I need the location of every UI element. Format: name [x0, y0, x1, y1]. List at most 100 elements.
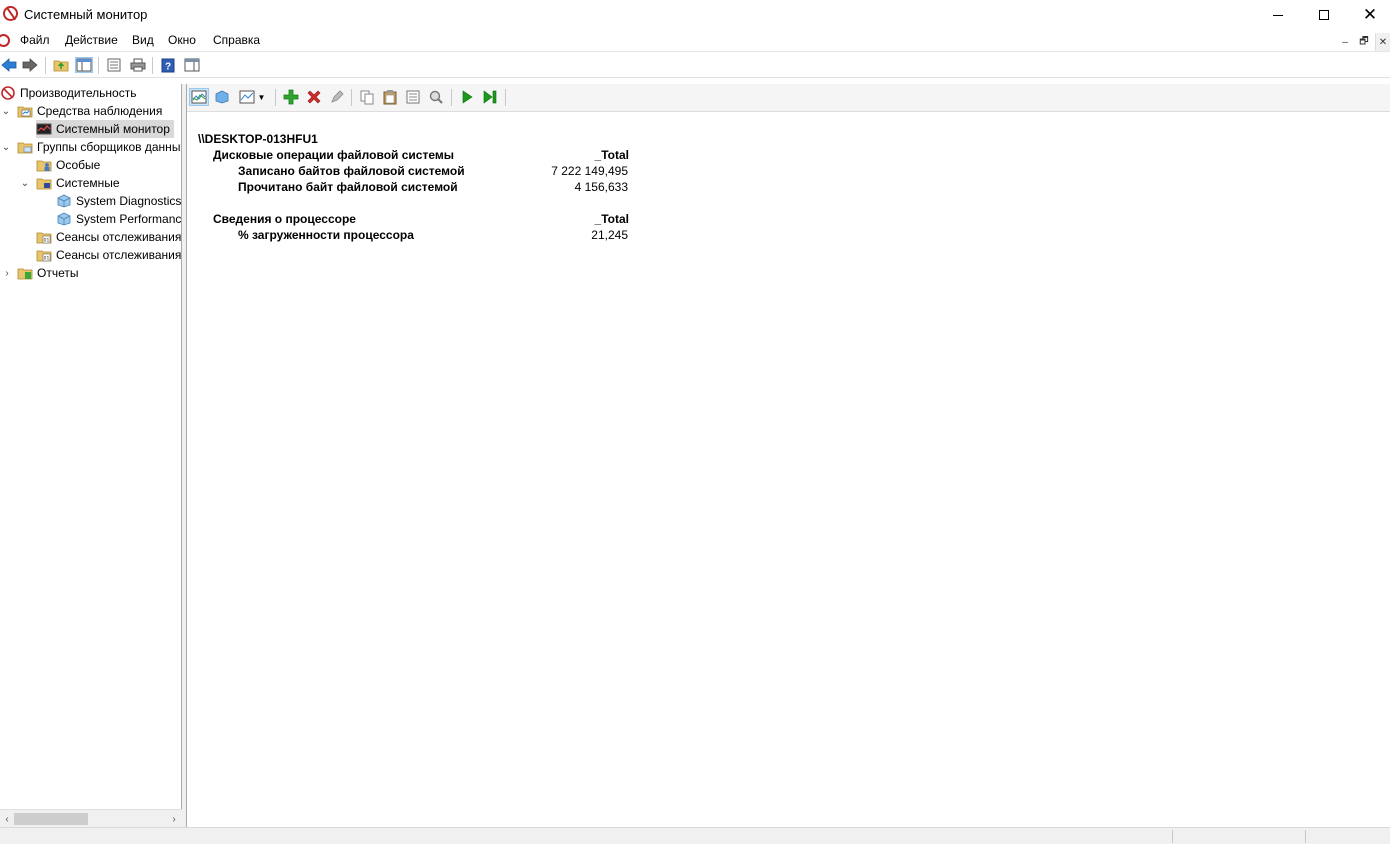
report-view: \\DESKTOP-013HFU1 Дисковые операции файл…	[187, 112, 1390, 827]
tree-label: System Diagnostics	[76, 194, 182, 208]
counter-value: 7 222 149,495	[551, 164, 628, 178]
properties-button[interactable]	[105, 57, 123, 73]
tree-label: Сеансы отслеживания событий	[56, 230, 182, 244]
tree-label: Отчеты	[37, 266, 79, 280]
system-monitor-pane: ▼ \\DESKTOP-013HFU1 Дисковые операции фа…	[186, 84, 1390, 827]
main-toolbar: ?	[0, 53, 1390, 78]
toolbar-separator	[505, 89, 506, 106]
close-button[interactable]: ✕	[1347, 0, 1390, 30]
mdi-minimize-button[interactable]: –	[1337, 33, 1353, 51]
tree-item-system-performance[interactable]: System Performance	[56, 210, 182, 228]
chevron-down-icon[interactable]: ⌄	[20, 178, 30, 189]
up-folder-button[interactable]	[52, 57, 70, 73]
tree-item-event-trace-sessions[interactable]: 01 Сеансы отслеживания событий	[36, 228, 182, 246]
trace-folder-icon: 01	[36, 250, 52, 262]
chevron-down-icon[interactable]: ⌄	[1, 142, 11, 153]
add-counter-button[interactable]	[281, 88, 301, 106]
menu-action[interactable]: Действие	[65, 33, 118, 47]
printer-icon	[130, 58, 146, 72]
paste-counter-list-button[interactable]	[380, 88, 400, 106]
status-separator	[1305, 830, 1306, 843]
tree-horizontal-scrollbar[interactable]: ‹ ›	[0, 809, 182, 827]
view-current-activity-button[interactable]	[189, 88, 209, 106]
minimize-button[interactable]	[1255, 0, 1301, 30]
window-title: Системный монитор	[24, 7, 148, 22]
tree-item-reports[interactable]: Отчеты	[17, 264, 78, 282]
arrow-right-icon	[22, 58, 38, 72]
toolbar-separator	[351, 89, 352, 106]
graph-type-icon	[239, 90, 255, 104]
tree-item-performance[interactable]: Производительность	[0, 84, 136, 102]
change-graph-type-dropdown[interactable]: ▼	[235, 88, 269, 106]
chevron-down-icon[interactable]: ⌄	[1, 106, 11, 117]
menu-window[interactable]: Окно	[168, 33, 196, 47]
toolbar-separator	[451, 89, 452, 106]
counter-name: Прочитано байт файловой системой	[238, 180, 458, 194]
delete-counter-button[interactable]	[304, 88, 324, 106]
tree-label: Системный монитор	[56, 122, 170, 136]
menu-view[interactable]: Вид	[132, 33, 154, 47]
performance-monitor-app-icon	[3, 6, 18, 21]
toolbar-separator	[152, 57, 153, 74]
trace-folder-icon: 01	[36, 232, 52, 244]
chart-view-icon	[191, 90, 207, 104]
counter-name: Записано байтов файловой системой	[238, 164, 465, 178]
mdi-close-button[interactable]: ✕	[1375, 33, 1390, 51]
update-data-button[interactable]	[480, 88, 500, 106]
minimize-icon	[1273, 14, 1283, 16]
show-hide-tree-button[interactable]	[75, 57, 93, 73]
maximize-button[interactable]	[1301, 0, 1347, 30]
tree-label: Особые	[56, 158, 101, 172]
menu-help[interactable]: Справка	[213, 33, 260, 47]
scroll-right-icon[interactable]: ›	[168, 812, 180, 826]
properties-button[interactable]	[403, 88, 423, 106]
menu-bar: Файл Действие Вид Окно Справка – 🗗 ✕	[0, 30, 1390, 52]
system-menu-icon[interactable]	[0, 34, 10, 47]
copy-properties-button[interactable]	[357, 88, 377, 106]
print-button[interactable]	[129, 57, 147, 73]
arrow-left-icon	[1, 58, 17, 72]
tree-item-user-defined[interactable]: Особые	[36, 156, 100, 174]
tree-label: System Performance	[76, 212, 182, 226]
chevron-right-icon[interactable]: ›	[2, 268, 12, 279]
highlight-button[interactable]	[327, 88, 347, 106]
tree-item-startup-event-trace-sessions[interactable]: 01 Сеансы отслеживания событий запуска	[36, 246, 181, 264]
monitor-chart-icon	[36, 123, 52, 135]
help-button[interactable]: ?	[159, 57, 177, 73]
toolbar-separator	[45, 57, 46, 74]
chevron-down-icon: ▼	[257, 92, 266, 102]
delete-x-icon	[307, 90, 321, 104]
magnifier-icon	[429, 90, 443, 104]
tree-label: Группы сборщиков данных	[37, 140, 182, 154]
copy-icon	[360, 90, 374, 105]
title-bar: Системный монитор ✕	[0, 0, 1390, 30]
svg-text:01: 01	[44, 256, 50, 262]
status-separator	[1172, 830, 1173, 843]
menu-file[interactable]: Файл	[20, 33, 50, 47]
computer-name: \\DESKTOP-013HFU1	[198, 132, 318, 146]
svg-text:?: ?	[165, 61, 171, 72]
view-log-data-button[interactable]	[212, 88, 232, 106]
unfreeze-display-button[interactable]	[457, 88, 477, 106]
folder-icon	[17, 142, 33, 154]
forward-button[interactable]	[21, 57, 39, 73]
svg-text:01: 01	[44, 238, 50, 244]
tree-item-monitoring-tools[interactable]: Средства наблюдения	[17, 102, 162, 120]
back-button[interactable]	[0, 57, 18, 73]
mdi-restore-button[interactable]: 🗗	[1356, 33, 1372, 51]
scroll-left-icon[interactable]: ‹	[1, 812, 13, 826]
folder-up-icon	[53, 60, 69, 72]
show-action-pane-button[interactable]	[183, 57, 201, 73]
counter-value: 4 156,633	[574, 180, 628, 194]
user-folder-icon	[36, 160, 52, 172]
data-collector-set-icon	[57, 212, 71, 226]
tree-item-system-diagnostics[interactable]: System Diagnostics	[56, 192, 181, 210]
tree-item-collector-sets[interactable]: Группы сборщиков данных	[17, 138, 182, 156]
zoom-button[interactable]	[426, 88, 446, 106]
pencil-icon	[331, 90, 344, 103]
tree-item-system-monitor[interactable]: Системный монитор	[36, 120, 174, 138]
tree-label: Средства наблюдения	[37, 104, 163, 118]
scrollbar-thumb[interactable]	[14, 813, 88, 825]
maximize-icon	[1319, 10, 1329, 20]
tree-item-system[interactable]: Системные	[36, 174, 120, 192]
